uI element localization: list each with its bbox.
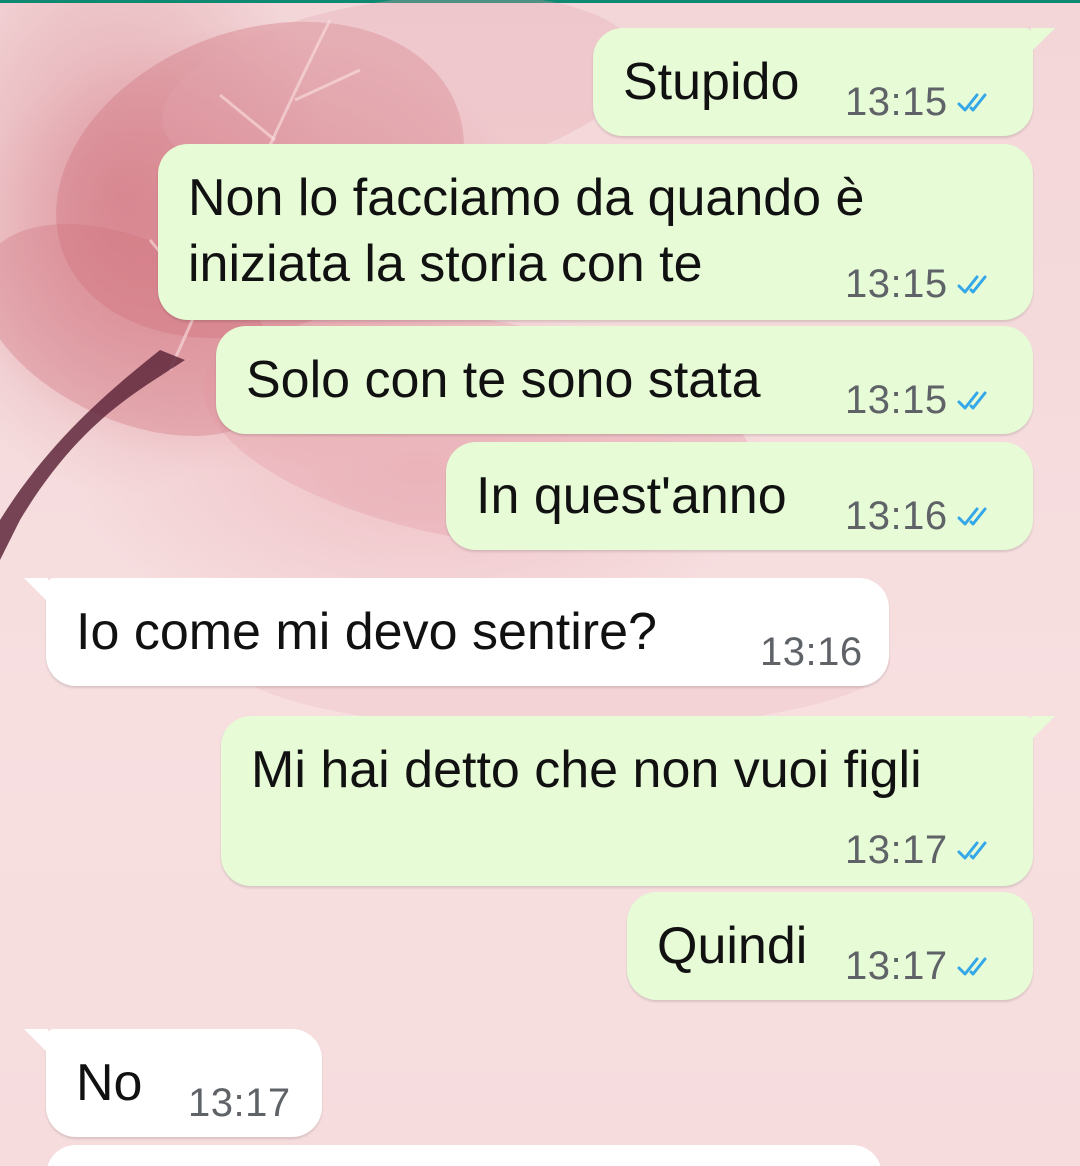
message-meta: 13:15	[845, 80, 996, 125]
message-text: Stupido	[623, 53, 800, 111]
double-check-read-icon	[957, 93, 987, 111]
message-bubble-outgoing[interactable]: Solo con te sono stata 13:15	[216, 326, 1033, 434]
message-text: In quest'anno	[476, 467, 787, 525]
message-bubble-outgoing[interactable]: Quindi 13:17	[627, 892, 1033, 1000]
message-bubble-outgoing[interactable]: In quest'anno 13:16	[446, 442, 1033, 550]
message-meta: 13:15	[845, 378, 996, 423]
double-check-read-icon	[957, 507, 987, 525]
message-time: 13:15	[845, 378, 948, 422]
bubble-tail	[1031, 28, 1055, 52]
message-bubble-outgoing[interactable]: Mi hai detto che non vuoi figli 13:17	[221, 716, 1055, 886]
message-meta: 13:17	[188, 1081, 291, 1126]
message-text-line: iniziata la storia con te	[188, 235, 703, 293]
message-text: Mi hai detto che non vuoi figli	[251, 741, 922, 799]
message-text-line: Non lo facciamo da quando è	[188, 169, 865, 227]
chat-area[interactable]: Stupido 13:15 Non lo facciamo da quando …	[0, 0, 1080, 1166]
bubble-tail	[1031, 716, 1055, 740]
message-time: 13:17	[845, 828, 948, 872]
message-time: 13:15	[845, 262, 948, 306]
message-text: No	[76, 1054, 143, 1112]
message-bubble-outgoing[interactable]: Stupido 13:15	[593, 28, 1055, 136]
double-check-read-icon	[957, 841, 987, 859]
message-meta: 13:16	[760, 630, 863, 675]
message-bubble-incoming[interactable]: No 13:17	[24, 1029, 322, 1137]
message-time: 13:17	[188, 1081, 291, 1125]
message-meta: 13:15	[845, 262, 996, 307]
message-text: Solo con te sono stata	[246, 351, 761, 409]
message-time: 13:15	[845, 80, 948, 124]
message-text: Quindi	[657, 917, 808, 975]
message-bubble-incoming[interactable]: Io come mi devo sentire? 13:16	[24, 578, 889, 686]
message-time: 13:16	[845, 494, 948, 538]
bubble-tail	[24, 578, 48, 602]
double-check-read-icon	[957, 957, 987, 975]
message-text: Io come mi devo sentire?	[76, 603, 657, 661]
message-time: 13:16	[760, 630, 863, 674]
message-meta: 13:17	[845, 944, 996, 989]
double-check-read-icon	[957, 275, 987, 293]
message-bubble-partial[interactable]	[46, 1145, 882, 1166]
message-meta: 13:17	[845, 828, 996, 873]
message-time: 13:17	[845, 944, 948, 988]
message-meta: 13:16	[845, 494, 996, 539]
double-check-read-icon	[957, 391, 987, 409]
message-bubble-outgoing[interactable]: Non lo facciamo da quando è iniziata la …	[158, 144, 1033, 320]
bubble-tail	[24, 1029, 48, 1053]
